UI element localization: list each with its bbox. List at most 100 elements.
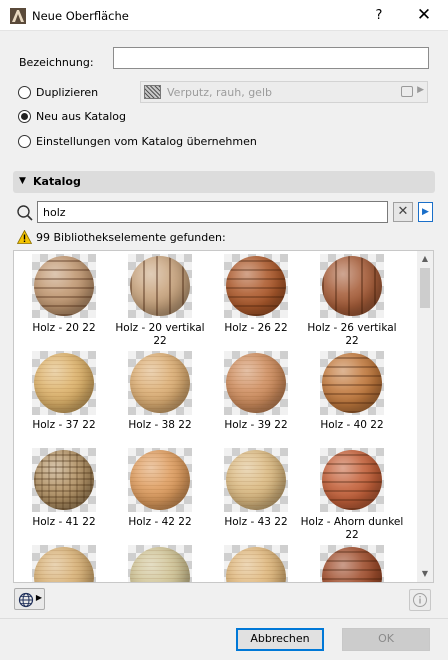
catalog-item[interactable]: Holz - 20 22 [16, 254, 112, 344]
info-icon [413, 593, 427, 607]
catalog-item[interactable]: Holz - 26 22 [208, 254, 304, 344]
catalog-item-label: Holz - 20 vertikal 22 [115, 322, 205, 347]
catalog-item-thumbnail [32, 254, 96, 318]
catalog-item[interactable]: Holz - 39 22 [208, 351, 304, 441]
catalog-item-thumbnail [320, 254, 384, 318]
radio-duplicate[interactable]: Duplizieren [18, 84, 98, 100]
catalog-item-thumbnail [32, 448, 96, 512]
catalog-item[interactable]: Holz - 38 22 [112, 351, 208, 441]
catalog-item-thumbnail [128, 351, 192, 415]
clear-search-button[interactable]: ✕ [393, 202, 413, 222]
catalog-item[interactable]: Holz - 41 22 [16, 448, 112, 538]
radio-new-from-catalog-circle[interactable] [18, 109, 31, 123]
wood-sphere-preview [322, 353, 382, 413]
catalog-item[interactable] [112, 545, 208, 582]
search-go-button[interactable]: ▶ [418, 202, 433, 222]
radio-adopt-settings-circle[interactable] [18, 134, 31, 148]
catalog-item-thumbnail [224, 351, 288, 415]
language-button[interactable]: ▶ [14, 588, 45, 610]
catalog-grid[interactable]: Holz - 20 22 Holz - 20 vertikal 22 Holz - … [13, 250, 434, 583]
radio-adopt-settings-label: Einstellungen vom Katalog übernehmen [36, 134, 257, 148]
catalog-item[interactable]: Holz - 43 22 [208, 448, 304, 538]
radio-adopt-settings[interactable]: Einstellungen vom Katalog übernehmen [18, 133, 257, 149]
wood-sphere-preview [226, 547, 286, 582]
window-title: Neue Oberfläche [32, 9, 129, 23]
wood-sphere-preview [130, 450, 190, 510]
wood-sphere-preview [130, 256, 190, 316]
wood-sphere-preview [322, 547, 382, 582]
catalog-item-thumbnail [32, 351, 96, 415]
catalog-item-thumbnail [128, 545, 192, 582]
scroll-down-icon[interactable]: ▼ [417, 566, 433, 582]
radio-duplicate-circle[interactable] [18, 85, 31, 99]
wood-sphere-preview [226, 450, 286, 510]
surface-dropdown[interactable]: Verputz, rauh, gelb ▶ [140, 81, 428, 103]
catalog-item[interactable]: Holz - 20 vertikal 22 [112, 254, 208, 347]
vertical-scrollbar[interactable]: ▲ ▼ [417, 251, 433, 582]
catalog-item-label: Holz - 41 22 [32, 516, 96, 528]
wood-sphere-preview [130, 547, 190, 582]
catalog-item-thumbnail [128, 448, 192, 512]
cancel-button[interactable]: Abbrechen [236, 628, 324, 651]
name-field[interactable] [113, 47, 429, 69]
catalog-grid-items: Holz - 20 22 Holz - 20 vertikal 22 Holz - … [14, 251, 415, 582]
globe-icon [18, 592, 34, 608]
catalog-item-label: Holz - 37 22 [32, 419, 96, 431]
wood-sphere-preview [34, 547, 94, 582]
catalog-item-thumbnail [32, 545, 96, 582]
wood-sphere-preview [226, 256, 286, 316]
catalog-section-title: Katalog [33, 175, 81, 188]
radio-duplicate-label: Duplizieren [36, 85, 99, 99]
picture-icon [401, 86, 413, 97]
catalog-item[interactable]: Holz - 37 22 [16, 351, 112, 441]
wood-sphere-preview [322, 450, 382, 510]
catalog-item-label: Holz - 39 22 [224, 419, 288, 431]
search-field[interactable] [37, 201, 388, 223]
info-button[interactable] [409, 589, 431, 611]
catalog-item[interactable] [16, 545, 112, 582]
close-button[interactable]: ✕ [404, 2, 444, 29]
name-label: Bezeichnung: [19, 56, 94, 69]
catalog-item-label: Holz - 26 22 [224, 322, 288, 334]
wood-sphere-preview [34, 353, 94, 413]
catalog-item[interactable]: Holz - 26 vertikal 22 [304, 254, 400, 347]
catalog-item-thumbnail [320, 351, 384, 415]
search-input[interactable] [38, 202, 387, 222]
scroll-up-icon[interactable]: ▲ [417, 251, 433, 267]
catalog-section-header[interactable]: ▼ Katalog [13, 171, 435, 193]
catalog-item[interactable]: Holz - 40 22 [304, 351, 400, 441]
catalog-item-thumbnail [320, 448, 384, 512]
catalog-item[interactable] [208, 545, 304, 582]
scroll-thumb[interactable] [420, 268, 430, 308]
catalog-item-label: Holz - Ahorn dunkel 22 [300, 516, 404, 541]
catalog-item-label: Holz - 43 22 [224, 516, 288, 528]
wood-sphere-preview [322, 256, 382, 316]
radio-new-from-catalog[interactable]: Neu aus Katalog [18, 108, 126, 124]
catalog-item[interactable]: Holz - 42 22 [112, 448, 208, 538]
catalog-item-label: Holz - 42 22 [128, 516, 192, 528]
ok-button[interactable]: OK [342, 628, 430, 651]
catalog-item-label: Holz - 20 22 [32, 322, 96, 334]
help-button[interactable]: ? [362, 2, 396, 29]
wood-sphere-preview [34, 256, 94, 316]
search-icon [17, 205, 33, 221]
collapse-triangle-icon[interactable]: ▼ [19, 176, 26, 186]
catalog-item-thumbnail [224, 448, 288, 512]
catalog-item-label: Holz - 38 22 [128, 419, 192, 431]
surface-swatch [144, 85, 161, 99]
catalog-item-label: Holz - 26 vertikal 22 [307, 322, 397, 347]
surface-dropdown-value: Verputz, rauh, gelb [167, 86, 272, 99]
catalog-item-thumbnail [320, 545, 384, 582]
dialog-content: Bezeichnung: Duplizieren Neu aus Katalog… [0, 31, 448, 618]
chevron-right-icon: ▶ [417, 85, 424, 95]
button-bar: Abbrechen OK [0, 618, 448, 660]
warning-icon [17, 230, 32, 244]
radio-new-from-catalog-label: Neu aus Katalog [36, 109, 126, 123]
app-icon [10, 8, 26, 24]
catalog-item-thumbnail [224, 545, 288, 582]
title-bar: Neue Oberfläche ? ✕ [0, 0, 448, 31]
catalog-item[interactable] [304, 545, 400, 582]
catalog-item-thumbnail [128, 254, 192, 318]
catalog-item[interactable]: Holz - Ahorn dunkel 22 [301, 448, 403, 541]
catalog-item-label: Holz - 40 22 [320, 419, 384, 431]
